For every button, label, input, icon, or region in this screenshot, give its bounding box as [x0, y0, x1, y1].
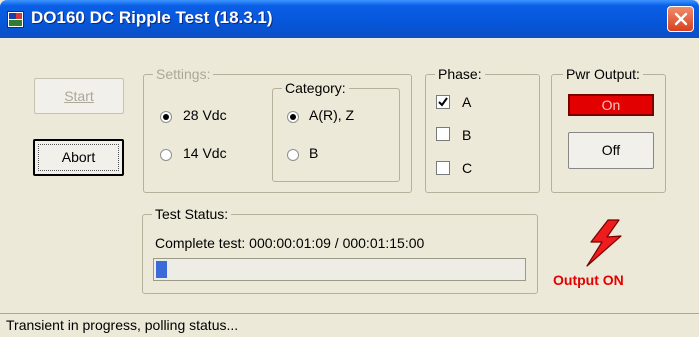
radio-28vdc[interactable] [160, 111, 172, 123]
category-group: Category: [272, 80, 400, 182]
radio-category-b-label: B [309, 145, 319, 161]
radio-28vdc-label: 28 Vdc [183, 107, 227, 123]
test-status-group: Test Status: [142, 206, 538, 294]
close-icon [674, 12, 688, 26]
status-bar-text: Transient in progress, polling status... [6, 317, 239, 333]
output-status-text: Output ON [553, 272, 624, 288]
test-status-label: Test Status: [152, 206, 232, 222]
test-progress-fill [156, 261, 167, 278]
test-progress-bar [153, 258, 526, 281]
checkbox-phase-a-label: A [462, 94, 472, 110]
radio-14vdc[interactable] [160, 149, 172, 161]
app-icon [7, 11, 24, 28]
checkbox-phase-a[interactable] [436, 95, 450, 109]
settings-label: Settings: [153, 66, 214, 82]
window-title: DO160 DC Ripple Test (18.3.1) [31, 8, 273, 27]
category-label: Category: [282, 80, 349, 96]
checkbox-phase-c[interactable] [436, 161, 450, 175]
power-on-indicator[interactable]: On [568, 94, 654, 116]
checkbox-phase-c-label: C [462, 160, 473, 176]
close-button[interactable] [667, 6, 694, 32]
checkbox-phase-b-label: B [462, 127, 472, 143]
title-bar: DO160 DC Ripple Test (18.3.1) [0, 0, 699, 38]
checkmark-icon [438, 97, 448, 107]
radio-category-b[interactable] [287, 149, 299, 161]
power-output-label: Pwr Output: [563, 66, 643, 82]
abort-button[interactable]: Abort [33, 139, 124, 176]
checkbox-phase-b[interactable] [436, 127, 450, 141]
lightning-bolt-icon [586, 219, 622, 267]
radio-category-ar-z-label: A(R), Z [309, 107, 355, 123]
start-button[interactable]: Start [34, 78, 124, 114]
radio-category-ar-z[interactable] [287, 111, 299, 123]
test-status-text: Complete test: 000:00:01:09 / 000:01:15:… [155, 235, 425, 251]
phase-label: Phase: [435, 66, 485, 82]
abort-button-label: Abort [61, 149, 96, 165]
radio-14vdc-label: 14 Vdc [183, 145, 227, 161]
power-off-button[interactable]: Off [568, 132, 654, 169]
status-bar: Transient in progress, polling status... [0, 313, 699, 337]
power-off-button-label: Off [601, 142, 621, 158]
start-button-label: Start [64, 88, 94, 104]
